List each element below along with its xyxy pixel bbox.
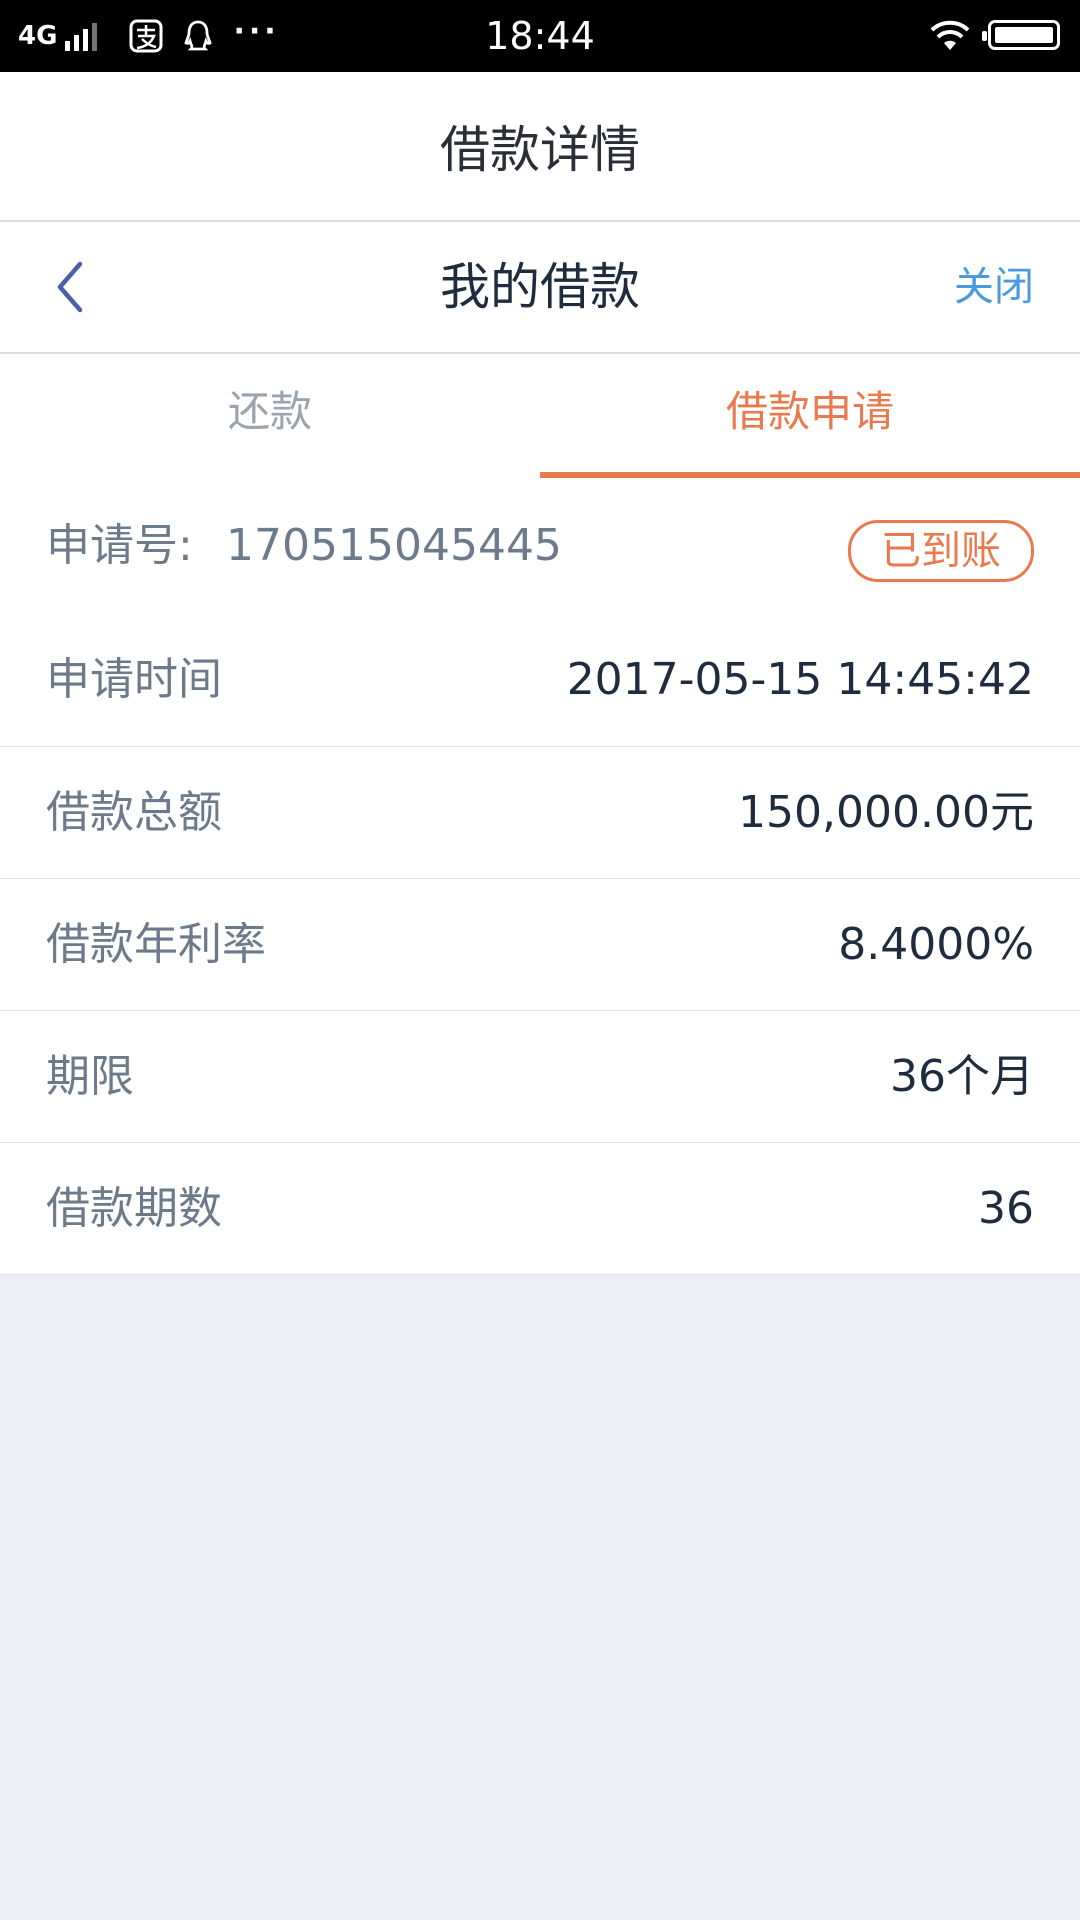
status-badge: 已到账	[848, 520, 1034, 582]
detail-row-total-amount: 借款总额 150,000.00元	[0, 747, 1080, 879]
clock: 18:44	[485, 14, 595, 58]
loan-detail-card: 申请号: 170515045445 已到账 申请时间 2017-05-15 14…	[0, 478, 1080, 1275]
nav-bar: 我的借款 关闭	[0, 222, 1080, 354]
back-arrow-icon[interactable]	[40, 252, 110, 322]
detail-row-application-time: 申请时间 2017-05-15 14:45:42	[0, 614, 1080, 747]
detail-label: 期限	[46, 1051, 134, 1102]
battery-icon	[982, 20, 1060, 50]
detail-value: 36	[978, 1183, 1034, 1234]
detail-value: 8.4000%	[838, 919, 1034, 970]
tab-label: 还款	[227, 387, 312, 436]
application-number-row: 申请号: 170515045445 已到账	[0, 478, 1080, 614]
detail-label: 借款年利率	[46, 919, 266, 970]
detail-label: 申请时间	[46, 654, 222, 705]
wifi-icon	[930, 20, 970, 50]
close-button[interactable]: 关闭	[954, 222, 1034, 352]
tab-repayment[interactable]: 还款	[0, 354, 540, 478]
detail-value: 150,000.00元	[738, 787, 1034, 838]
tab-loan-application[interactable]: 借款申请	[540, 354, 1080, 478]
tab-label: 借款申请	[725, 387, 894, 436]
application-number-label: 申请号:	[46, 520, 193, 571]
detail-label: 借款总额	[46, 787, 222, 838]
detail-row-term: 期限 36个月	[0, 1011, 1080, 1143]
application-number-value: 170515045445	[226, 520, 562, 571]
detail-label: 借款期数	[46, 1183, 222, 1234]
page-title: 借款详情	[440, 121, 640, 179]
status-bar: 4G ··· 18:44	[0, 0, 1080, 72]
nav-title: 我的借款	[440, 258, 640, 316]
detail-value: 2017-05-15 14:45:42	[566, 654, 1034, 705]
app-title-bar: 借款详情	[0, 72, 1080, 222]
tab-bar: 还款 借款申请	[0, 354, 1080, 479]
detail-row-annual-rate: 借款年利率 8.4000%	[0, 879, 1080, 1011]
detail-value: 36个月	[890, 1051, 1034, 1102]
detail-row-installments: 借款期数 36	[0, 1143, 1080, 1274]
